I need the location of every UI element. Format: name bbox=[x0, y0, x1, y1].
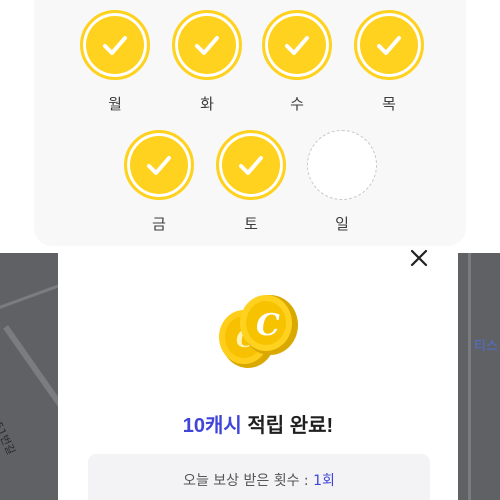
reward-count-label: 오늘 보상 받은 횟수 : bbox=[183, 473, 314, 489]
coins-icon: C C bbox=[219, 295, 298, 368]
day-stamp-wed: 수 bbox=[262, 10, 332, 114]
check-stamp-icon bbox=[216, 130, 286, 200]
day-label: 일 bbox=[335, 215, 349, 233]
check-stamp-icon bbox=[80, 10, 150, 80]
reward-count-box: 오늘 보상 받은 횟수 : 1회 bbox=[88, 454, 430, 500]
day-stamp-mon: 월 bbox=[80, 10, 150, 114]
day-stamp-sat: 토 bbox=[216, 130, 286, 234]
day-label: 월 bbox=[108, 95, 122, 113]
reward-title-suffix: 적립 완료! bbox=[241, 415, 334, 437]
attendance-card: 월 화 수 목 금 토 일 bbox=[34, 0, 466, 246]
day-label: 화 bbox=[200, 95, 214, 113]
day-label: 금 bbox=[152, 215, 166, 233]
close-icon bbox=[410, 249, 428, 267]
day-stamp-thu: 목 bbox=[354, 10, 424, 114]
reward-title: 10캐시 적립 완료! bbox=[58, 409, 458, 438]
day-label: 목 bbox=[382, 95, 396, 113]
check-stamp-icon bbox=[172, 10, 242, 80]
close-button[interactable] bbox=[408, 247, 430, 269]
map-place-label: 티스 bbox=[474, 339, 498, 354]
day-label: 수 bbox=[290, 95, 304, 113]
svg-text:C: C bbox=[256, 308, 280, 343]
map-background-right: 티스 bbox=[458, 253, 500, 500]
empty-stamp-icon bbox=[307, 130, 377, 200]
reward-sheet: C C 10캐시 적립 완료! 오늘 보상 받은 횟수 : 1회 bbox=[58, 249, 458, 500]
check-stamp-icon bbox=[262, 10, 332, 80]
map-background-left: 251번길 bbox=[0, 253, 58, 500]
day-stamp-sun: 일 bbox=[307, 130, 377, 234]
day-label: 토 bbox=[244, 215, 258, 233]
reward-count-value: 1회 bbox=[313, 473, 335, 489]
map-street-label: 251번길 bbox=[0, 413, 18, 457]
check-stamp-icon bbox=[354, 10, 424, 80]
reward-amount: 10캐시 bbox=[182, 415, 242, 437]
day-stamp-tue: 화 bbox=[172, 10, 242, 114]
check-stamp-icon bbox=[124, 130, 194, 200]
day-stamp-fri: 금 bbox=[124, 130, 194, 234]
